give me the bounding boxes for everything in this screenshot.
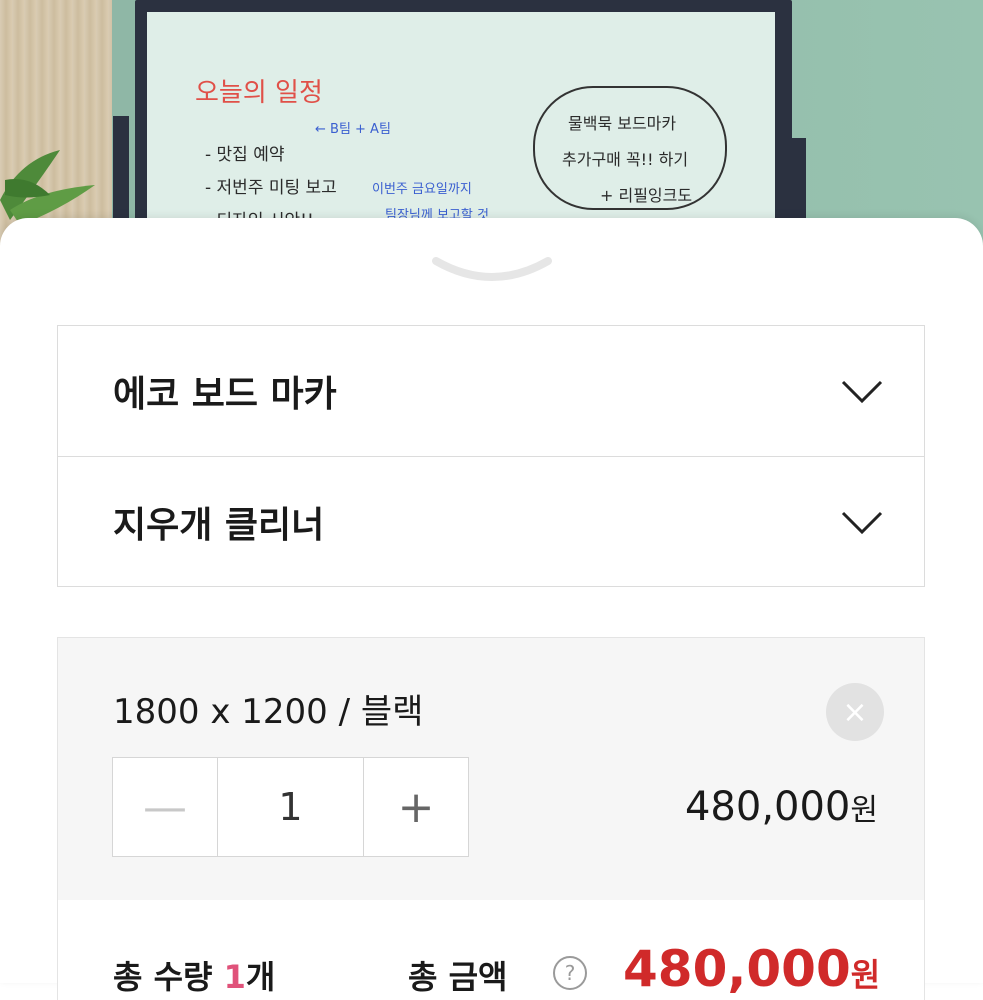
option-label: 에코 보드 마카 xyxy=(113,374,337,415)
selected-item-card: 1800 x 1200 / 블랙 × — 1 + 480,000원 xyxy=(57,637,925,901)
help-icon[interactable]: ? xyxy=(553,956,587,990)
total-amount-label: 총 금액 xyxy=(408,958,508,996)
item-price-currency: 원 xyxy=(850,793,878,828)
decrease-quantity-button[interactable]: — xyxy=(113,758,218,856)
total-quantity-unit: 개 xyxy=(245,958,276,996)
option-select-cleaner[interactable]: 지우개 클리너 xyxy=(58,456,924,586)
selected-item-title: 1800 x 1200 / 블랙 xyxy=(113,692,424,732)
total-summary: 총 수량 1개 총 금액 ? 480,000원 xyxy=(57,900,925,1000)
total-amount: 480,000원 xyxy=(623,940,880,998)
board-item: - 맛집 예약 xyxy=(205,145,285,165)
quantity-value[interactable]: 1 xyxy=(218,758,363,856)
chevron-down-icon xyxy=(841,511,883,534)
total-quantity: 총 수량 1개 xyxy=(113,952,275,998)
close-icon: × xyxy=(842,694,868,730)
total-amount-value: 480,000 xyxy=(623,940,851,998)
increase-quantity-button[interactable]: + xyxy=(363,758,468,856)
bubble-line: + 리필잉크도 xyxy=(600,186,693,205)
total-quantity-value: 1 xyxy=(223,958,246,996)
option-select-group: 에코 보드 마카 지우개 클리너 xyxy=(57,325,925,587)
board-note: 이번주 금요일까지 xyxy=(372,182,472,197)
remove-item-button[interactable]: × xyxy=(826,683,884,741)
board-note: ← B팀 + A팀 xyxy=(315,122,391,137)
item-price: 480,000원 xyxy=(685,784,878,830)
bubble-line: 추가구매 꼭!! 하기 xyxy=(562,150,689,169)
board-title: 오늘의 일정 xyxy=(195,78,323,108)
quantity-stepper: — 1 + xyxy=(112,757,469,857)
board-item: - 저번주 미팅 보고 xyxy=(205,178,337,198)
option-label: 지우개 클리너 xyxy=(113,504,325,546)
collapse-sheet-handle[interactable] xyxy=(432,253,552,289)
option-select-marker[interactable]: 에코 보드 마카 xyxy=(58,326,924,456)
chevron-down-icon xyxy=(841,380,883,404)
item-price-value: 480,000 xyxy=(684,784,851,830)
total-amount-currency: 원 xyxy=(850,956,881,994)
bubble-line: 물백묵 보드마카 xyxy=(568,114,677,133)
plant-illustration xyxy=(0,150,95,225)
total-quantity-label: 총 수량 xyxy=(113,958,213,996)
